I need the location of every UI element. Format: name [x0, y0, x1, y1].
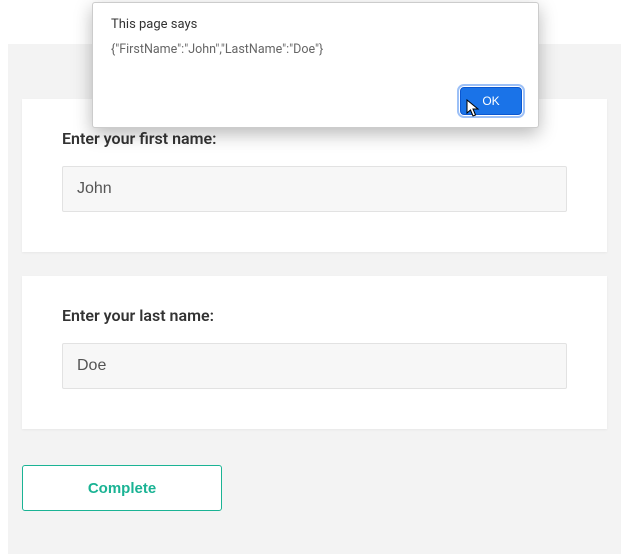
last-name-card: Enter your last name:	[22, 276, 607, 429]
last-name-input[interactable]	[62, 343, 567, 389]
alert-dialog: This page says {"FirstName":"John","Last…	[92, 2, 539, 128]
alert-message: {"FirstName":"John","LastName":"Doe"}	[111, 42, 520, 57]
first-name-label: Enter your first name:	[62, 129, 567, 148]
alert-ok-button[interactable]: OK	[460, 87, 522, 115]
last-name-label: Enter your last name:	[62, 306, 567, 325]
first-name-input[interactable]	[62, 166, 567, 212]
complete-button[interactable]: Complete	[22, 465, 222, 511]
alert-title: This page says	[111, 17, 520, 32]
alert-footer: OK	[460, 87, 522, 115]
